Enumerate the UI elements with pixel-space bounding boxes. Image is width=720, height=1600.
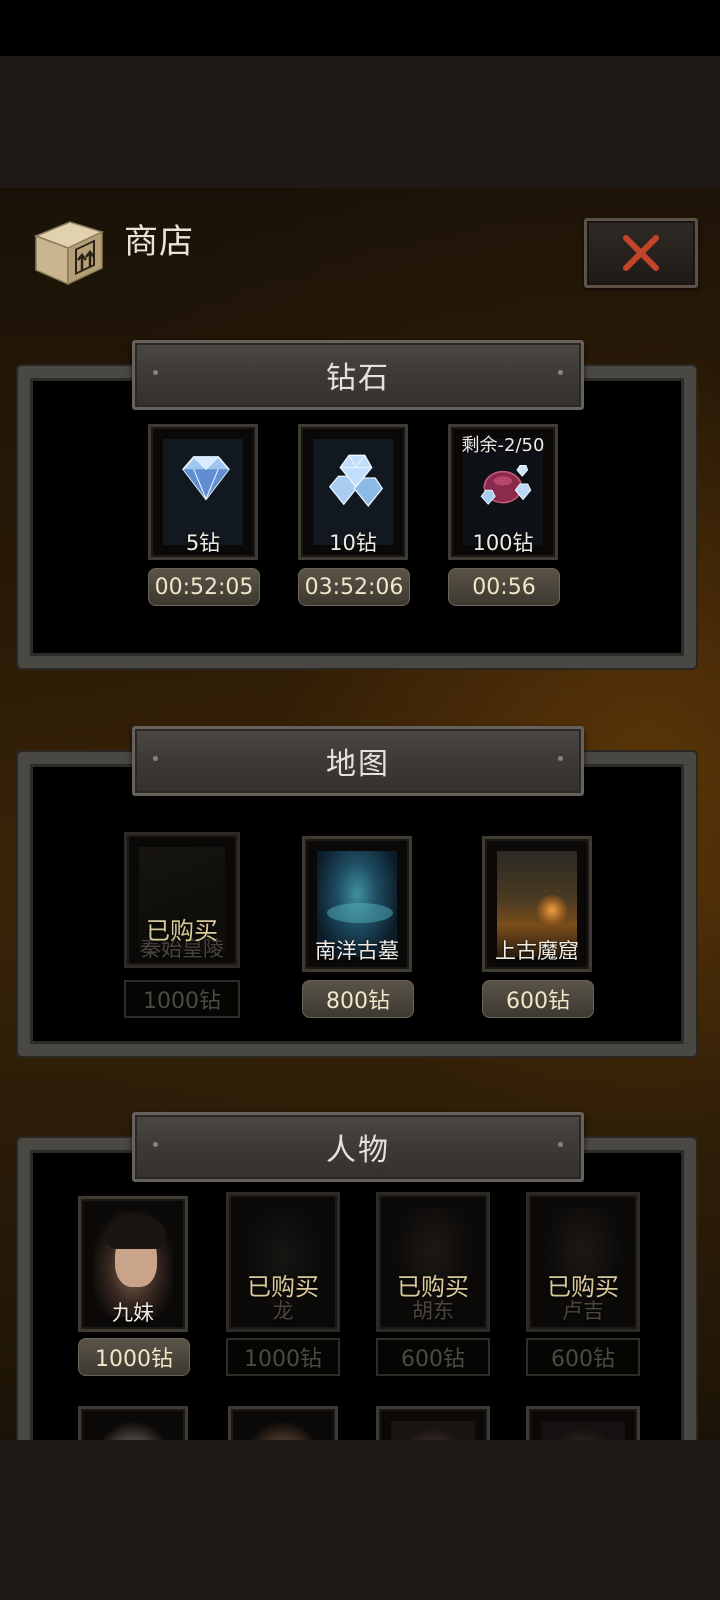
bought-badge: 已购买	[247, 1273, 319, 1301]
diamond-bag-icon	[480, 465, 532, 505]
map-price: 800钻	[302, 980, 414, 1018]
character-price: 1000钻	[226, 1338, 340, 1376]
map-section-label: 地图	[326, 747, 390, 782]
diamond-timer: 00:56	[448, 568, 560, 606]
diamond-pile-icon	[328, 454, 384, 508]
map-price: 600钻	[482, 980, 594, 1018]
character-section-label: 人物	[326, 1133, 390, 1168]
diamond-timer: 03:52:06	[298, 568, 410, 606]
shop-screen: 商店 钻石 5钻 00:52:05 10钻 03:52:06 剩余-2/50 1…	[0, 188, 720, 1440]
diamond-item-100[interactable]: 剩余-2/50 100钻	[448, 424, 558, 560]
character-section-title: 人物	[132, 1112, 584, 1182]
status-bar	[0, 0, 720, 56]
character-name: 九妹	[112, 1301, 154, 1325]
close-button[interactable]	[584, 218, 698, 288]
character-price: 600钻	[526, 1338, 640, 1376]
bought-badge: 已购买	[547, 1273, 619, 1301]
shop-title: 商店	[124, 222, 194, 262]
character-item-row2-2[interactable]	[228, 1406, 338, 1440]
character-item-jiumei[interactable]: 九妹	[78, 1196, 188, 1332]
remaining-count: 剩余-2/50	[461, 435, 545, 456]
map-item-nanyang[interactable]: 南洋古墓	[302, 836, 412, 972]
diamond-item-label: 5钻	[185, 531, 221, 555]
character-price: 1000钻	[78, 1338, 190, 1376]
diamond-item-label: 100钻	[472, 531, 534, 555]
diamond-section-label: 钻石	[326, 361, 390, 396]
map-name: 上古魔窟	[495, 939, 579, 963]
character-price: 600钻	[376, 1338, 490, 1376]
map-section-title: 地图	[132, 726, 584, 796]
bought-badge: 已购买	[397, 1273, 469, 1301]
character-item-row2-4[interactable]	[526, 1406, 640, 1440]
top-letterbox	[0, 56, 720, 188]
diamond-item-label: 10钻	[329, 531, 377, 555]
diamond-timer: 00:52:05	[148, 568, 260, 606]
diamond-item-5[interactable]: 5钻	[148, 424, 258, 560]
diamond-section-title: 钻石	[132, 340, 584, 410]
diamond-icon	[182, 456, 230, 501]
character-item-row2-3[interactable]	[376, 1406, 490, 1440]
bought-badge: 已购买	[146, 917, 218, 945]
map-price: 1000钻	[124, 980, 240, 1018]
bottom-letterbox	[0, 1440, 720, 1600]
character-item-row2-1[interactable]	[78, 1406, 188, 1440]
shop-box-icon	[33, 221, 105, 286]
map-name: 南洋古墓	[315, 939, 399, 963]
map-item-shanggu[interactable]: 上古魔窟	[482, 836, 592, 972]
close-icon	[623, 235, 659, 271]
diamond-item-10[interactable]: 10钻	[298, 424, 408, 560]
